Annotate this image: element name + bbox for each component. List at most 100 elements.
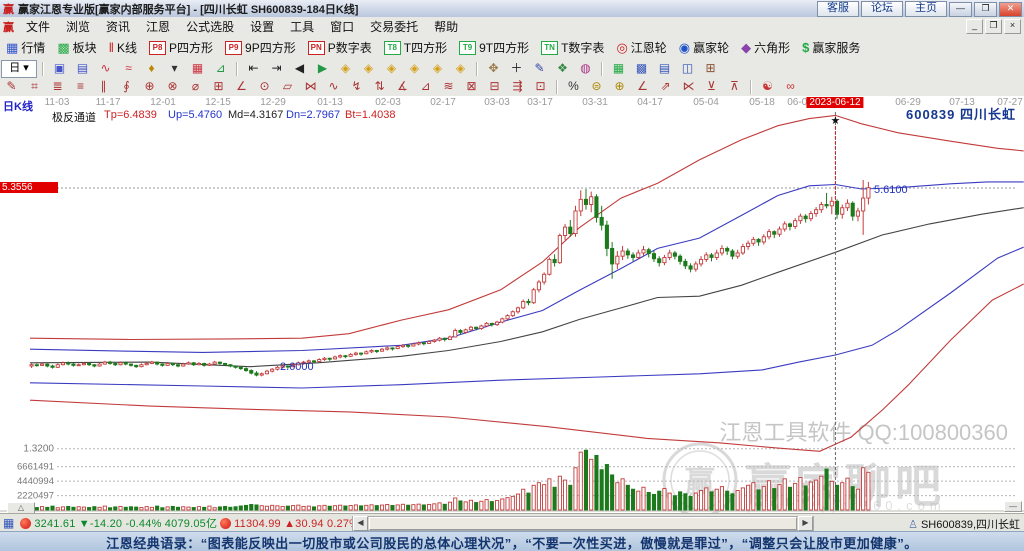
quote-grid-icon[interactable]: ▦: [3, 517, 14, 529]
menu-item-工具[interactable]: 工具: [282, 16, 322, 37]
draw-note-icon[interactable]: ✎: [529, 60, 550, 78]
toolbar-button-p-square[interactable]: P8P四方形: [143, 38, 219, 58]
menu-item-窗口[interactable]: 窗口: [322, 16, 362, 37]
menu-item-浏览[interactable]: 浏览: [58, 16, 98, 37]
arc-tool-icon[interactable]: ∮: [116, 78, 137, 96]
scroll-right-arrow[interactable]: ▶: [798, 516, 813, 531]
parallel-tool-icon[interactable]: ∥: [93, 78, 114, 96]
ellipse-tool-icon[interactable]: ⌀: [185, 78, 206, 96]
forum-button[interactable]: 论坛: [861, 1, 903, 17]
cycle-tool-icon[interactable]: ⊗: [162, 78, 183, 96]
golden-ratio-icon[interactable]: ⊜: [586, 78, 607, 96]
angle2-tool-icon[interactable]: ∠: [632, 78, 653, 96]
gann-diamond-3-icon[interactable]: ◈: [381, 60, 402, 78]
toolbar-button-quotes[interactable]: ▦行情: [0, 38, 51, 58]
toolbar-button-sectors[interactable]: ▩板块: [51, 38, 102, 58]
gann-diamond-4-icon[interactable]: ◈: [404, 60, 425, 78]
scrollbar-thumb[interactable]: [369, 517, 797, 530]
candle-type-icon[interactable]: ♦: [141, 60, 162, 78]
crosshair-tool-icon[interactable]: ＋: [506, 60, 527, 78]
mdi-restore-button[interactable]: ❐: [985, 19, 1002, 34]
quote-table-icon[interactable]: ▦: [187, 60, 208, 78]
chart-pane[interactable]: 日K线 11-0311-1712-0112-1512-2901-1302-030…: [0, 96, 1024, 513]
close-button[interactable]: ✕: [999, 2, 1022, 17]
levels-tool-icon[interactable]: ≡: [70, 78, 91, 96]
gann-diamond-2-icon[interactable]: ◈: [358, 60, 379, 78]
wedge-tool-icon[interactable]: ⋉: [678, 78, 699, 96]
menu-item-资讯[interactable]: 资讯: [98, 16, 138, 37]
signal-flag-icon[interactable]: ⊿: [210, 60, 231, 78]
chart-type-dropdown-icon[interactable]: ▾: [164, 60, 185, 78]
toolbar-button-t-number-table[interactable]: TNT数字表: [535, 38, 610, 58]
scroll-left-arrow[interactable]: ◀: [353, 516, 368, 531]
angle-tool-icon[interactable]: ∠: [231, 78, 252, 96]
pan-hand-icon[interactable]: ✥: [483, 60, 504, 78]
toolbar-button-p-number-table[interactable]: PNP数字表: [302, 38, 378, 58]
arrows-tool-icon[interactable]: ⇶: [507, 78, 528, 96]
infinity-icon[interactable]: ∞: [780, 78, 801, 96]
menu-item-设置[interactable]: 设置: [242, 16, 282, 37]
gann-diamond-1-icon[interactable]: ◈: [335, 60, 356, 78]
fan-tool-icon[interactable]: ∡: [392, 78, 413, 96]
golden-circle-icon[interactable]: ⊕: [609, 78, 630, 96]
toolbar-button-t-square[interactable]: T8T四方形: [378, 38, 453, 58]
menu-item-交易委托[interactable]: 交易委托: [362, 16, 426, 37]
hlines-tool-icon[interactable]: ≣: [47, 78, 68, 96]
toolbar-button-hexagon[interactable]: ◆六角形: [735, 38, 796, 58]
gann-circle-icon[interactable]: ⊕: [139, 78, 160, 96]
collapse-pane-button[interactable]: —: [1004, 501, 1022, 512]
flash-tool-icon[interactable]: ↯: [346, 78, 367, 96]
menu-item-江恩[interactable]: 江恩: [138, 16, 178, 37]
step-back-icon[interactable]: ◀: [289, 60, 310, 78]
save-icon[interactable]: ◫: [677, 60, 698, 78]
wave-tool-icon[interactable]: ∿: [323, 78, 344, 96]
gann-diamond-5-icon[interactable]: ◈: [427, 60, 448, 78]
ray-tool-icon[interactable]: ⇗: [655, 78, 676, 96]
box-tool-icon[interactable]: ⊞: [208, 78, 229, 96]
tools-icon[interactable]: ❖: [552, 60, 573, 78]
period-dropdown[interactable]: 日 ▾: [1, 60, 37, 78]
notes-icon[interactable]: ▤: [654, 60, 675, 78]
ripple-tool-icon[interactable]: ≋: [438, 78, 459, 96]
updown-tool-icon[interactable]: ⇅: [369, 78, 390, 96]
yinyang-icon[interactable]: ☯: [757, 78, 778, 96]
restore-button[interactable]: ❐: [974, 2, 997, 17]
target-tool-icon[interactable]: ⊙: [254, 78, 275, 96]
gann-diamond-6-icon[interactable]: ◈: [450, 60, 471, 78]
minusbox-tool-icon[interactable]: ⊟: [484, 78, 505, 96]
dotbox-tool-icon[interactable]: ⊡: [530, 78, 551, 96]
home-button[interactable]: 主页: [905, 1, 947, 17]
goto-start-icon[interactable]: ⇤: [243, 60, 264, 78]
toolbar-button-winner-service[interactable]: $赢家服务: [796, 38, 866, 58]
horizontal-scrollbar[interactable]: ◀ ▶: [352, 516, 814, 531]
goto-end-icon[interactable]: ⇥: [266, 60, 287, 78]
minimize-button[interactable]: —: [949, 2, 972, 17]
mdi-minimize-button[interactable]: _: [966, 19, 983, 34]
candlestick-chart[interactable]: 江恩工具软件 QQ:100800360赢赢家聊吧jiaoba.yjcf360.c…: [0, 96, 1024, 513]
window-icon[interactable]: ▣: [49, 60, 70, 78]
mdi-close-button[interactable]: ×: [1004, 19, 1021, 34]
shanghai-index-quote[interactable]: 3241.61 ▼-14.20 -0.44% 4079.05亿: [34, 515, 217, 531]
small-wheel-icon[interactable]: ◍: [575, 60, 596, 78]
xbox-tool-icon[interactable]: ⊠: [461, 78, 482, 96]
wave-line-icon[interactable]: ≈: [118, 60, 139, 78]
menu-item-公式选股[interactable]: 公式选股: [178, 16, 242, 37]
report-icon[interactable]: ▤: [72, 60, 93, 78]
toolbar-button-kline[interactable]: ‖K线: [103, 38, 143, 58]
toolbar-button-9p-square[interactable]: P99P四方形: [219, 38, 302, 58]
triangle-tool-icon[interactable]: ⊿: [415, 78, 436, 96]
pencil-tool-icon[interactable]: ✎: [1, 78, 22, 96]
channel-tool-icon[interactable]: ▱: [277, 78, 298, 96]
menu-item-帮助[interactable]: 帮助: [426, 16, 466, 37]
calculator-icon[interactable]: ▩: [631, 60, 652, 78]
toolbar-button-winner-wheel[interactable]: ◉赢家轮: [673, 38, 735, 58]
expand-pane-button[interactable]: △: [7, 502, 35, 513]
grid-tool-icon[interactable]: ⌗: [24, 78, 45, 96]
calendar-icon[interactable]: ▦: [608, 60, 629, 78]
service-button[interactable]: 客服: [817, 1, 859, 17]
menu-item-文件[interactable]: 文件: [18, 16, 58, 37]
trade-cart-icon[interactable]: ⊞: [700, 60, 721, 78]
percent-tool-icon[interactable]: %: [563, 78, 584, 96]
caret-tool-icon[interactable]: ⊼: [724, 78, 745, 96]
butterfly-tool-icon[interactable]: ⋈: [300, 78, 321, 96]
